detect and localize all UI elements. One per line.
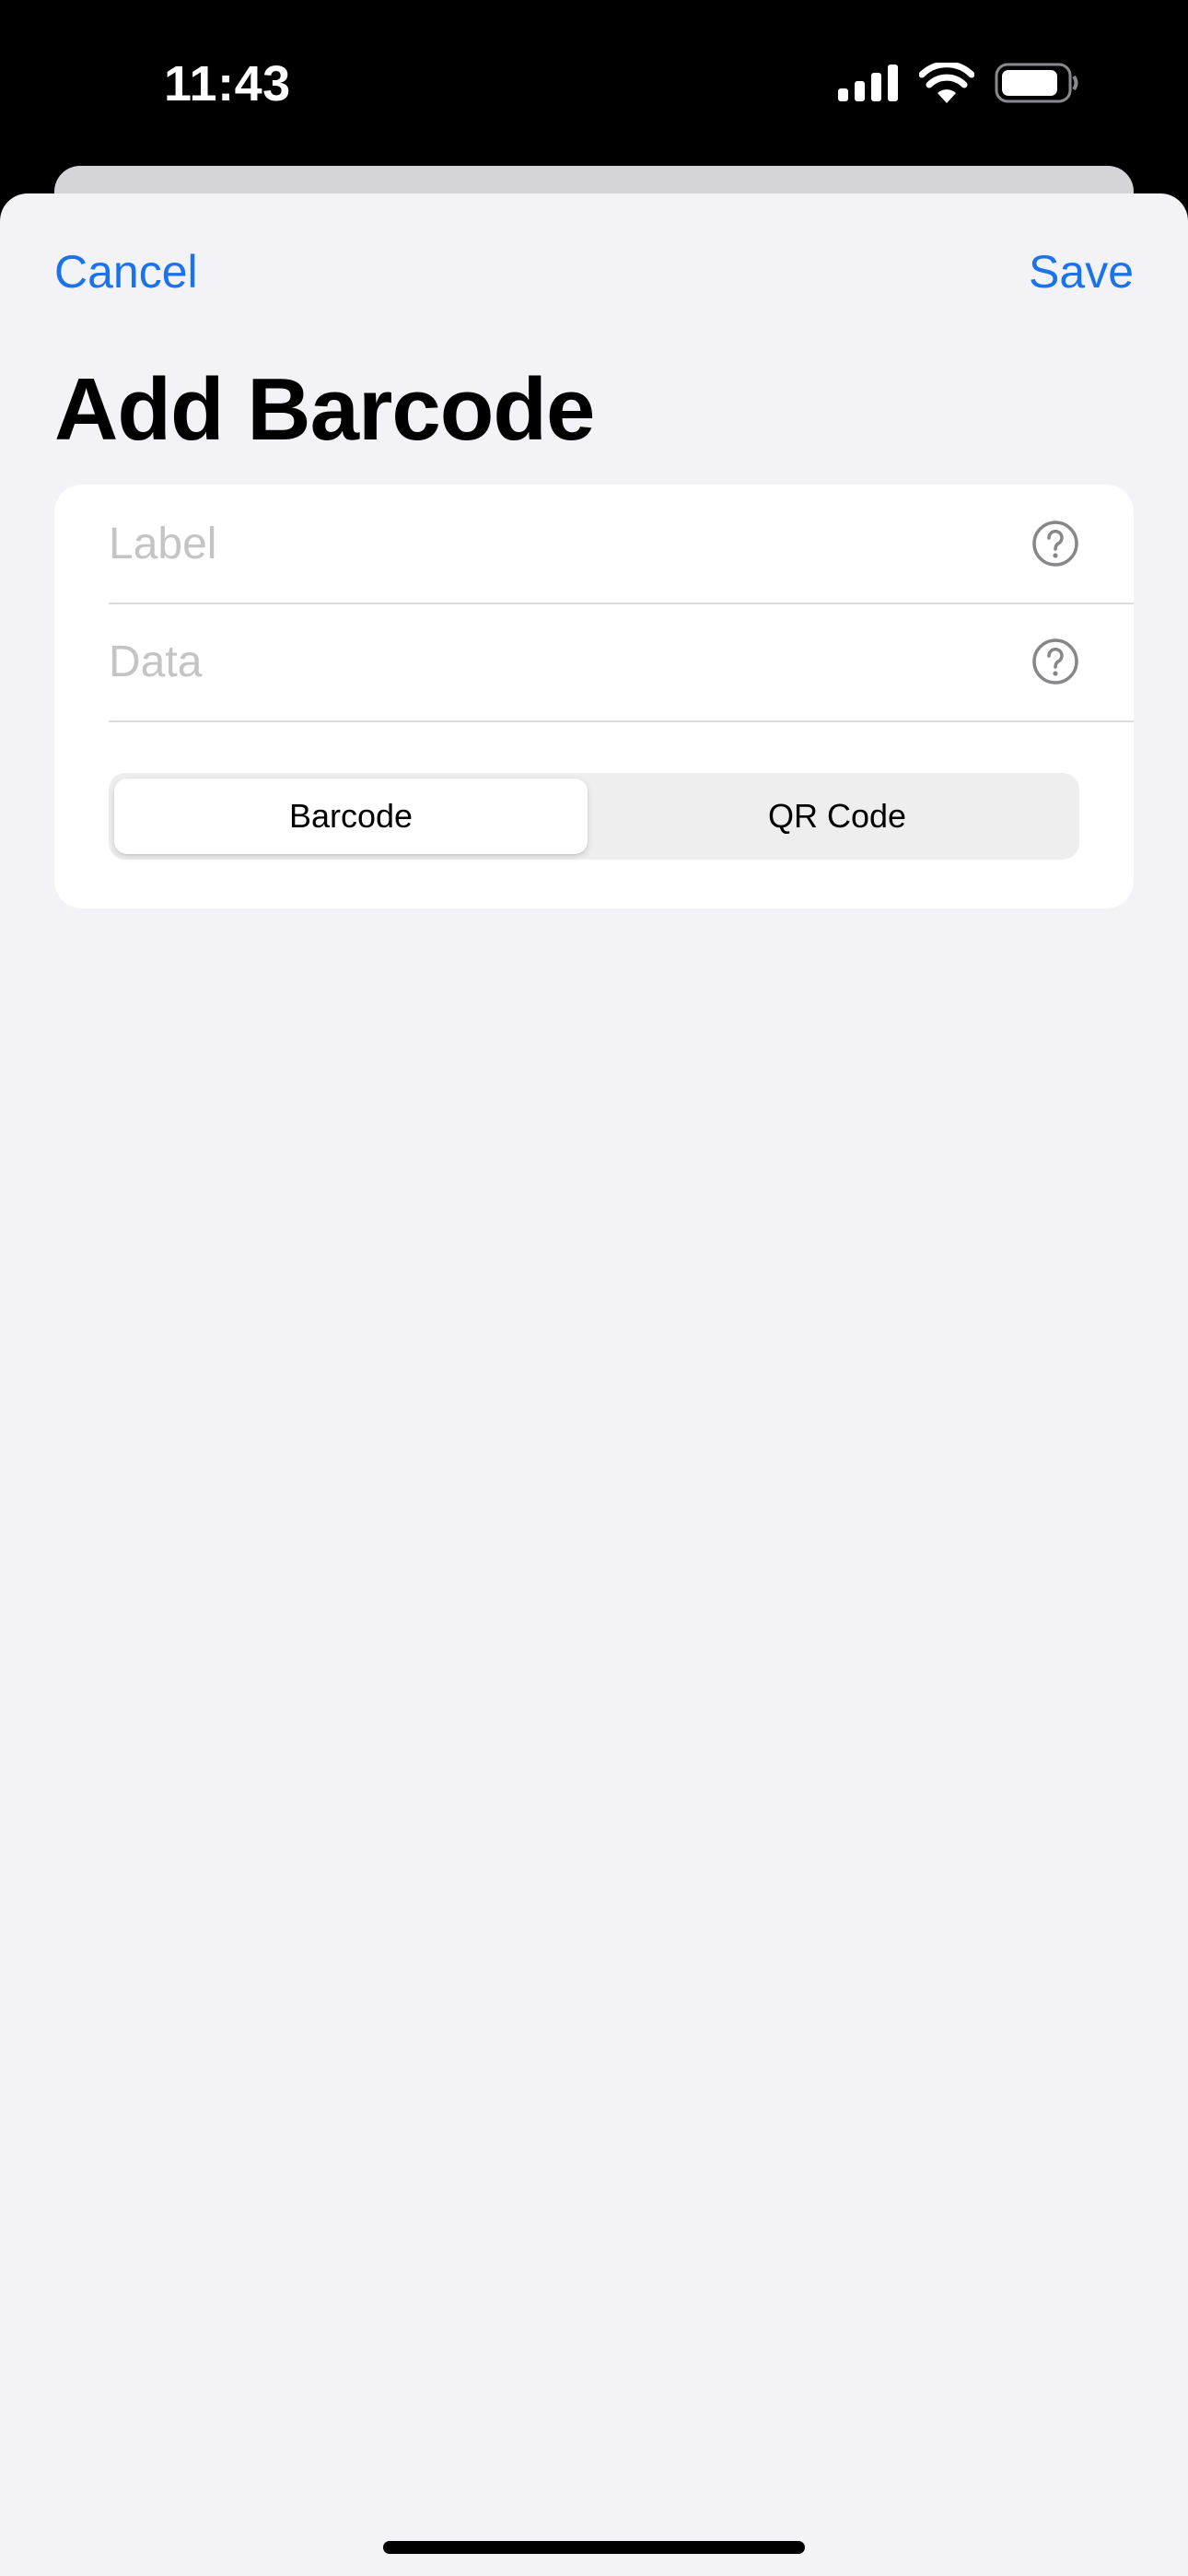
data-input[interactable] <box>109 636 1031 687</box>
form-card: Barcode QR Code <box>54 485 1134 908</box>
status-time: 11:43 <box>164 56 291 111</box>
code-type-segmented-control: Barcode QR Code <box>109 773 1079 860</box>
question-mark-icon[interactable] <box>1031 638 1079 685</box>
status-icons <box>838 63 1079 103</box>
segment-barcode[interactable]: Barcode <box>114 779 588 854</box>
cancel-button[interactable]: Cancel <box>54 245 198 299</box>
label-row <box>109 485 1134 604</box>
page-title: Add Barcode <box>54 360 595 459</box>
battery-icon <box>995 63 1078 103</box>
home-indicator <box>383 2541 805 2554</box>
segment-qr-code[interactable]: QR Code <box>600 779 1074 854</box>
label-input[interactable] <box>109 518 1031 569</box>
add-barcode-sheet: Cancel Save Add Barcode Barcode QR Code <box>0 193 1188 2576</box>
data-row <box>109 603 1134 722</box>
wifi-icon <box>919 63 974 103</box>
cellular-signal-icon <box>838 64 898 101</box>
question-mark-icon[interactable] <box>1031 520 1079 568</box>
save-button[interactable]: Save <box>1029 245 1134 299</box>
status-bar: 11:43 <box>0 0 1188 166</box>
